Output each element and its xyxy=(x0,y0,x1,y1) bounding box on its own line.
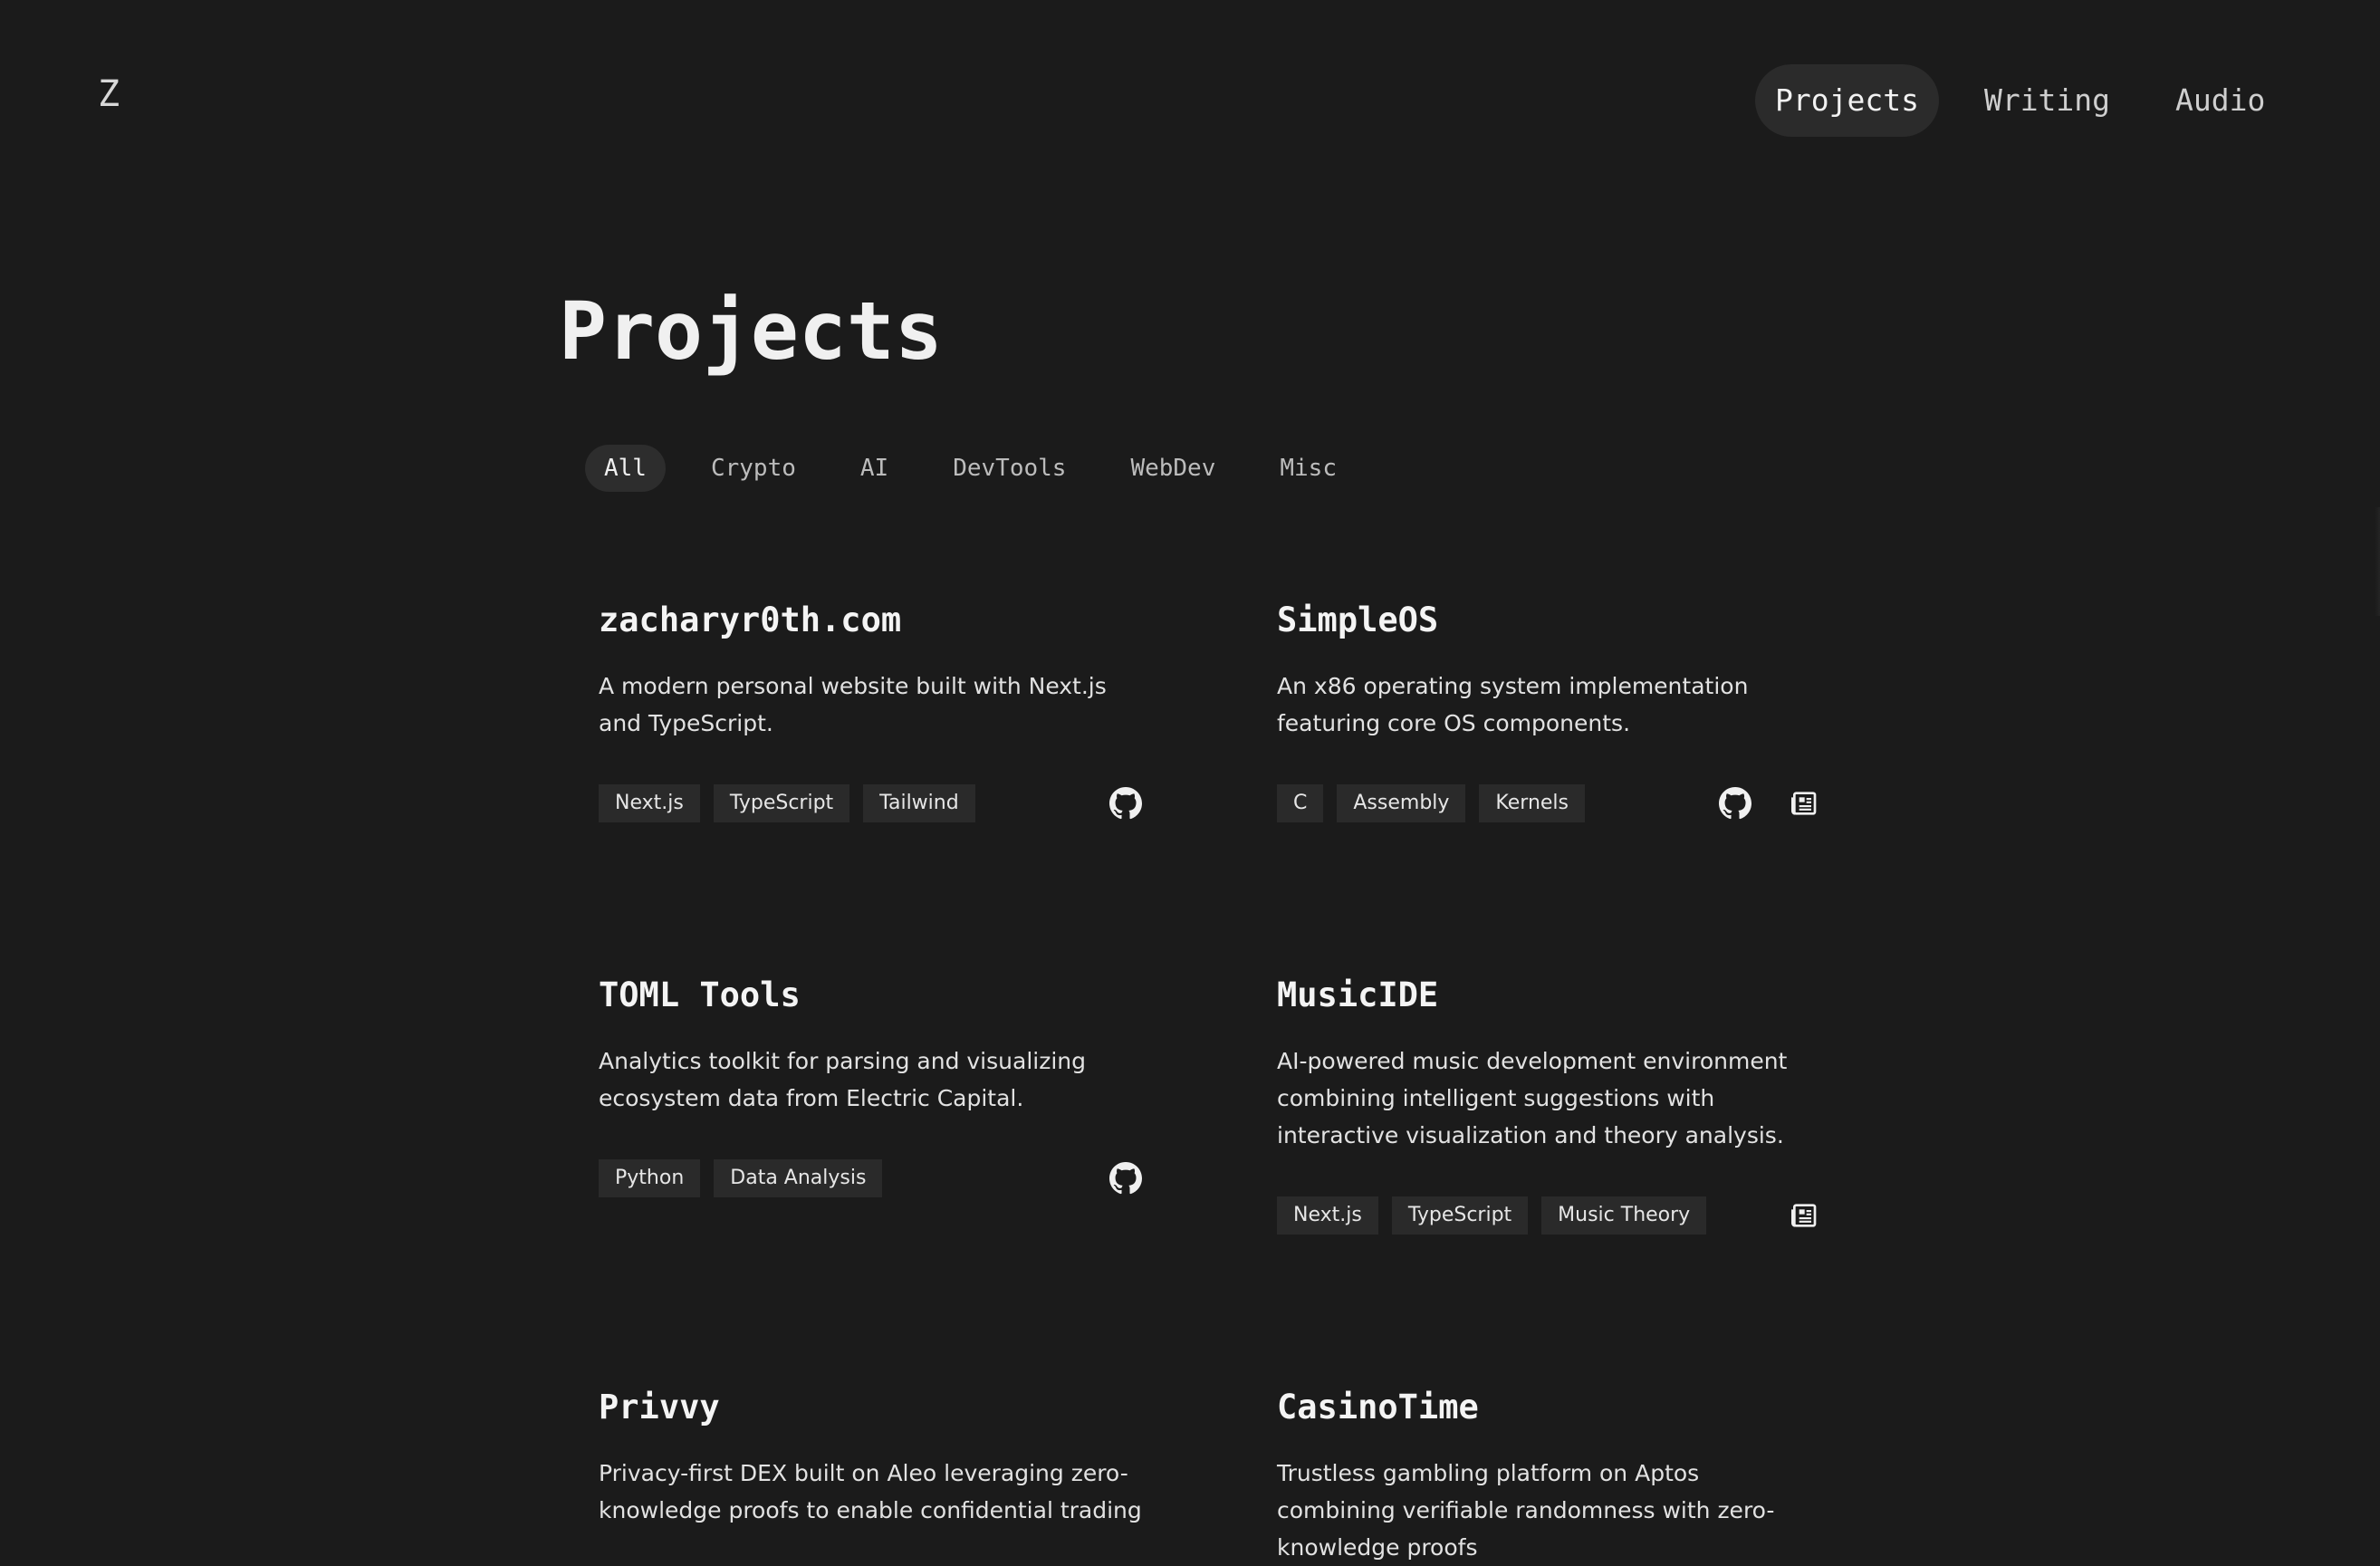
project-title[interactable]: Privvy xyxy=(599,1390,1142,1424)
filter-misc[interactable]: Misc xyxy=(1261,445,1356,492)
project-links xyxy=(1683,784,1820,822)
nav-writing[interactable]: Writing xyxy=(1964,64,2130,137)
filter-all[interactable]: All xyxy=(585,445,666,492)
scroll-shadow xyxy=(2375,507,2380,616)
filter-devtools[interactable]: DevTools xyxy=(934,445,1085,492)
github-icon[interactable] xyxy=(1719,787,1751,820)
project-footer: Python Data Analysis xyxy=(599,1159,1142,1197)
filter-crypto[interactable]: Crypto xyxy=(692,445,815,492)
project-footer: Next.js TypeScript Tailwind xyxy=(599,784,1142,822)
tag: Next.js xyxy=(599,784,700,822)
tag: Assembly xyxy=(1337,784,1466,822)
tag: Python xyxy=(599,1159,701,1197)
tag: Tailwind xyxy=(863,784,975,822)
project-description: Trustless gambling platform on Aptos com… xyxy=(1277,1460,1775,1561)
page-title: Projects xyxy=(559,284,943,378)
top-nav: Projects Writing Audio xyxy=(1755,64,2285,137)
tag: TypeScript xyxy=(1391,1196,1529,1235)
project-footer: C Assembly Kernels xyxy=(1277,784,1820,822)
tag: TypeScript xyxy=(713,784,850,822)
article-icon[interactable] xyxy=(1788,1199,1820,1232)
project-description: Analytics toolkit for parsing and visual… xyxy=(599,1048,1086,1111)
project-title[interactable]: TOML Tools xyxy=(599,978,1142,1012)
project-links xyxy=(1073,784,1142,822)
nav-projects[interactable]: Projects xyxy=(1755,64,1939,137)
github-icon[interactable] xyxy=(1109,1162,1142,1195)
project-description: A modern personal website built with Nex… xyxy=(599,673,1107,736)
nav-audio[interactable]: Audio xyxy=(2155,64,2285,137)
tag: C xyxy=(1277,784,1324,822)
project-card-musicide[interactable]: MusicIDE AI-powered music development en… xyxy=(1277,978,1820,1235)
project-title[interactable]: MusicIDE xyxy=(1277,978,1820,1012)
project-title[interactable]: CasinoTime xyxy=(1277,1390,1820,1424)
project-title[interactable]: zacharyr0th.com xyxy=(599,603,1142,637)
project-card-zacharyr0th[interactable]: zacharyr0th.com A modern personal websit… xyxy=(599,603,1142,822)
project-description: Privacy-first DEX built on Aleo leveragi… xyxy=(599,1460,1142,1523)
project-links xyxy=(1751,1196,1820,1235)
filter-ai[interactable]: AI xyxy=(841,445,907,492)
project-card-casinotime[interactable]: CasinoTime Trustless gambling platform o… xyxy=(1277,1390,1820,1566)
project-card-toml-tools[interactable]: TOML Tools Analytics toolkit for parsing… xyxy=(599,978,1142,1197)
github-icon[interactable] xyxy=(1109,787,1142,820)
tag: Data Analysis xyxy=(714,1159,883,1197)
project-card-simpleos[interactable]: SimpleOS An x86 operating system impleme… xyxy=(1277,603,1820,822)
project-footer: Next.js TypeScript Music Theory xyxy=(1277,1196,1820,1235)
project-description: An x86 operating system implementation f… xyxy=(1277,673,1749,736)
article-icon[interactable] xyxy=(1788,787,1820,820)
project-links xyxy=(1073,1159,1142,1197)
project-card-privvy[interactable]: Privvy Privacy-first DEX built on Aleo l… xyxy=(599,1390,1142,1529)
site-logo[interactable]: Z xyxy=(98,76,120,112)
project-title[interactable]: SimpleOS xyxy=(1277,603,1820,637)
tag: Next.js xyxy=(1277,1196,1378,1235)
tag: Kernels xyxy=(1479,784,1585,822)
filter-webdev[interactable]: WebDev xyxy=(1111,445,1234,492)
project-description: AI-powered music development environment… xyxy=(1277,1048,1788,1148)
category-filters: All Crypto AI DevTools WebDev Misc xyxy=(585,445,1382,492)
tag: Music Theory xyxy=(1541,1196,1707,1235)
